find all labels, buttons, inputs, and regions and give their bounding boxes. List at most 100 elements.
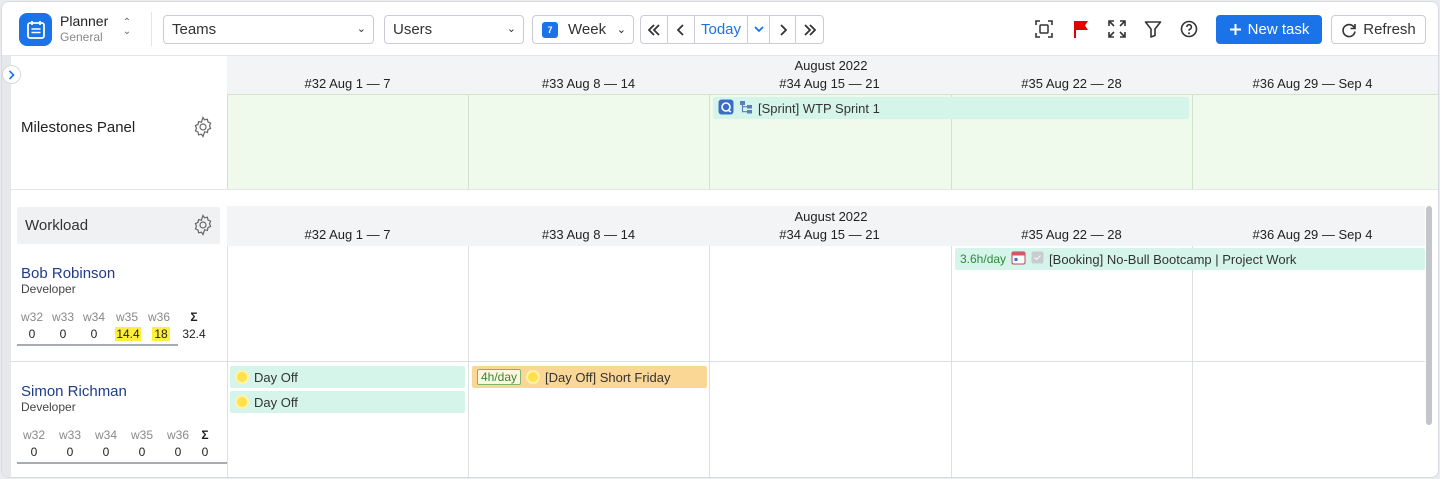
grid-line (227, 95, 228, 190)
chevron-down-icon: ⌄ (616, 24, 626, 36)
grid-line (709, 95, 710, 190)
week-value: 0 (90, 327, 98, 341)
sum-label: Σ (201, 428, 209, 442)
new-task-button[interactable]: New task (1216, 15, 1322, 44)
refresh-button[interactable]: Refresh (1331, 15, 1426, 44)
workload-label-box: Workload (17, 207, 220, 244)
app-switch-chevron-icon[interactable]: ⌃ ⌄ (120, 18, 134, 40)
month-label: August 2022 (794, 58, 868, 73)
week-header: #33 Aug 8 — 14 (541, 227, 636, 242)
sum-label: Σ (190, 310, 198, 324)
vertical-scrollbar[interactable] (1426, 206, 1432, 425)
week-header: #35 Aug 22 — 28 (1021, 227, 1122, 242)
week-header: #34 Aug 15 — 21 (779, 227, 880, 242)
milestone-title: [Sprint] WTP Sprint 1 (758, 100, 880, 116)
sprint-icon (718, 99, 734, 118)
grid-line (468, 246, 469, 477)
app-subtitle: General (60, 30, 103, 44)
week-header: #35 Aug 22 — 28 (1021, 76, 1122, 91)
sun-icon (235, 370, 249, 384)
refresh-icon (1342, 23, 1357, 37)
sum-value: 0 (201, 445, 209, 459)
toolbar: Planner General ⌃ ⌄ Teams ⌄ Users ⌄ 7 Wee… (2, 2, 1438, 56)
chevron-right-icon (8, 69, 15, 80)
task-title: Day Off (254, 394, 298, 410)
week-header: #32 Aug 1 — 7 (304, 76, 391, 91)
view-select-value: Week (568, 21, 607, 38)
sun-icon (235, 395, 249, 409)
milestones-timeline-header: August 2022 #32 Aug 1 — 7 #33 Aug 8 — 14… (227, 56, 1438, 94)
expand-panel-button[interactable] (2, 65, 21, 84)
panel-separator (11, 189, 1438, 206)
today-button[interactable]: Today (695, 16, 748, 43)
booking-task-bar[interactable]: 3.6h/day [Booking] No-Bull Bootcamp | Pr… (955, 248, 1425, 270)
sprint-milestone-bar[interactable]: [Sprint] WTP Sprint 1 (713, 97, 1189, 119)
flag-icon[interactable] (1069, 17, 1093, 41)
chevron-right-icon (779, 23, 787, 36)
workload-underline (17, 344, 178, 346)
calendar-icon: 7 (542, 22, 558, 38)
hierarchy-icon (739, 100, 753, 117)
chevron-down-icon: ⌄ (356, 23, 366, 35)
week-label: w36 (166, 428, 189, 442)
view-select[interactable]: 7 Week ⌄ (532, 15, 634, 44)
help-icon[interactable] (1177, 17, 1201, 41)
week-label: w32 (20, 310, 43, 324)
user-name[interactable]: Bob Robinson (21, 265, 115, 282)
row-divider (11, 361, 1425, 362)
week-label: w34 (82, 310, 105, 324)
week-label: w33 (58, 428, 81, 442)
user-name[interactable]: Simon Richman (21, 383, 127, 400)
milestones-grid: [Sprint] WTP Sprint 1 (227, 94, 1438, 190)
previous-button[interactable] (668, 16, 695, 43)
week-value: 0 (59, 327, 67, 341)
filter-icon[interactable] (1141, 17, 1165, 41)
refresh-label: Refresh (1363, 21, 1416, 38)
short-friday-task-bar[interactable]: 4h/day [Day Off] Short Friday (472, 366, 707, 388)
week-value: 0 (138, 445, 146, 459)
workload-underline (17, 462, 227, 464)
next-button[interactable] (770, 16, 796, 43)
today-dropdown-button[interactable] (748, 16, 770, 43)
user-role: Developer (21, 282, 76, 296)
week-value-highlighted: 14.4 (115, 327, 141, 341)
users-select[interactable]: Users ⌄ (384, 15, 524, 44)
focus-icon[interactable] (1032, 17, 1056, 41)
task-title: Day Off (254, 369, 298, 385)
sun-icon (526, 370, 541, 384)
task-title: [Booking] No-Bull Bootcamp | Project Wor… (1049, 251, 1297, 267)
sum-value: 32.4 (182, 327, 206, 341)
week-label: w35 (130, 428, 153, 442)
week-value: 0 (174, 445, 182, 459)
teams-select[interactable]: Teams ⌄ (163, 15, 374, 44)
week-header: #33 Aug 8 — 14 (541, 76, 636, 91)
planner-app-icon[interactable] (19, 13, 52, 46)
milestones-settings-gear-icon[interactable] (192, 116, 214, 138)
day-off-task-bar[interactable]: Day Off (230, 391, 465, 413)
chevron-down-icon: ⌄ (506, 23, 516, 35)
jump-forward-button[interactable] (796, 16, 823, 43)
grid-line (1192, 246, 1193, 477)
app-title: Planner (60, 13, 109, 29)
task-rate: 3.6h/day (960, 252, 1007, 266)
task-title: [Day Off] Short Friday (545, 369, 671, 385)
week-header: #34 Aug 15 — 21 (779, 76, 880, 91)
milestones-panel-label: Milestones Panel (21, 119, 136, 136)
day-off-task-bar[interactable]: Day Off (230, 366, 465, 388)
grid-line (468, 95, 469, 190)
workload-timeline-header: August 2022 #32 Aug 1 — 7 #33 Aug 8 — 14… (227, 206, 1425, 246)
workload-grid: 3.6h/day [Booking] No-Bull Bootcamp | Pr… (227, 246, 1425, 477)
week-value: 0 (28, 327, 36, 341)
double-chevron-left-icon (647, 23, 660, 36)
grid-line (227, 246, 228, 477)
week-label: w34 (94, 428, 117, 442)
fullscreen-icon[interactable] (1105, 17, 1129, 41)
workload-label: Workload (25, 217, 89, 234)
planner-window: Planner General ⌃ ⌄ Teams ⌄ Users ⌄ 7 Wee… (1, 1, 1439, 478)
grid-line (709, 246, 710, 477)
week-label: w35 (115, 310, 138, 324)
jump-back-button[interactable] (641, 16, 668, 43)
workload-settings-gear-icon[interactable] (192, 214, 214, 236)
week-value-highlighted: 18 (152, 327, 170, 341)
teams-select-value: Teams (172, 21, 217, 38)
